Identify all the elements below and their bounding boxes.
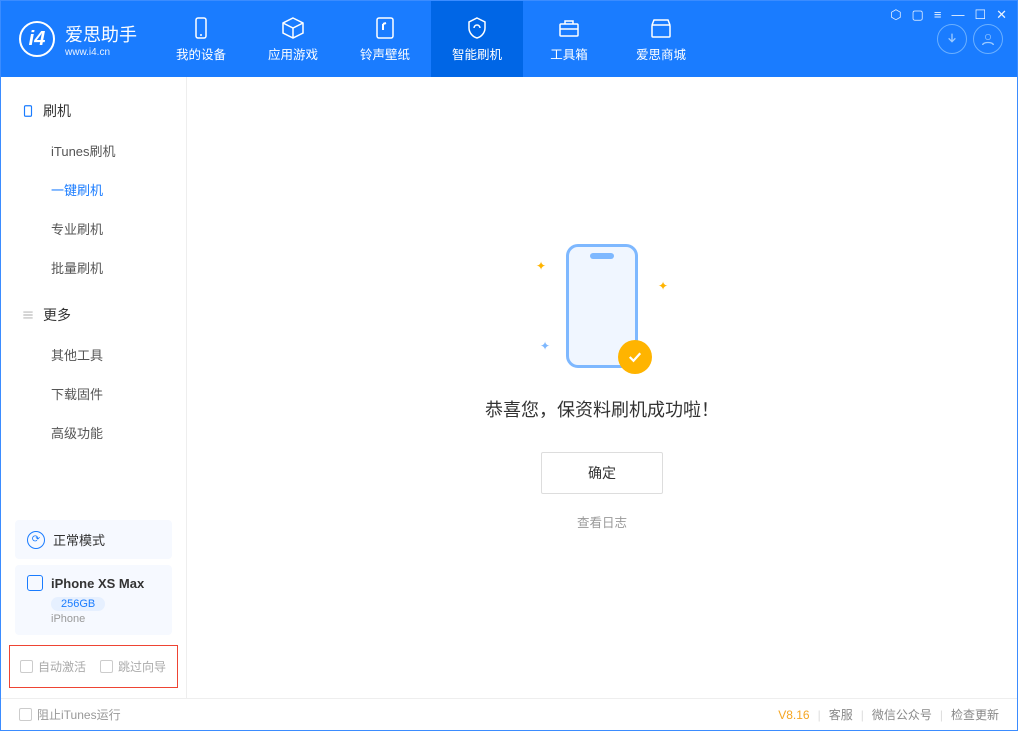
device-box[interactable]: iPhone XS Max 256GB iPhone [15, 565, 172, 635]
sidebar-header-more: 更多 [1, 295, 186, 335]
list-icon [21, 308, 35, 322]
logo-area: i4 爱思助手 www.i4.cn [1, 1, 155, 77]
checkbox-block-itunes[interactable]: 阻止iTunes运行 [19, 706, 121, 723]
sidebar-bottom: ⟳ 正常模式 iPhone XS Max 256GB iPhone 自动激活 跳 [1, 514, 186, 698]
checkbox-auto-activate[interactable]: 自动激活 [20, 658, 86, 675]
tab-store[interactable]: 爱思商城 [615, 1, 707, 77]
footer-link-wechat[interactable]: 微信公众号 [872, 706, 932, 723]
tab-smart-flash[interactable]: 智能刷机 [431, 1, 523, 77]
feedback-icon[interactable]: ▢ [912, 7, 924, 23]
app-name: 爱思助手 [65, 21, 137, 47]
device-small-icon [27, 575, 43, 591]
device-type: iPhone [51, 613, 160, 625]
success-message: 恭喜您，保资料刷机成功啦！ [485, 396, 719, 422]
sparkle-icon: ✦ [536, 259, 546, 273]
sparkle-icon: ✦ [658, 279, 668, 293]
footer-link-update[interactable]: 检查更新 [951, 706, 999, 723]
download-button[interactable] [937, 24, 967, 54]
status-bar: 阻止iTunes运行 V8.16 | 客服 | 微信公众号 | 检查更新 [1, 698, 1017, 730]
maximize-icon[interactable]: ☐ [974, 7, 986, 23]
view-log-link[interactable]: 查看日志 [577, 512, 627, 531]
logo-text: 爱思助手 www.i4.cn [65, 21, 137, 58]
logo-icon: i4 [19, 21, 55, 57]
sidebar-section-more: 更多 其他工具 下载固件 高级功能 [1, 295, 186, 452]
app-url: www.i4.cn [65, 47, 137, 58]
shield-refresh-icon [465, 16, 489, 40]
user-button[interactable] [973, 24, 1003, 54]
checkbox-icon [100, 660, 113, 673]
device-name: iPhone XS Max [51, 576, 144, 591]
check-badge-icon [618, 340, 652, 374]
device-icon [21, 104, 35, 118]
tab-apps-games[interactable]: 应用游戏 [247, 1, 339, 77]
sidebar-item-batch-flash[interactable]: 批量刷机 [1, 248, 186, 287]
success-illustration: ✦ ✦ ✦ [566, 244, 638, 368]
tab-ringtones[interactable]: 铃声壁纸 [339, 1, 431, 77]
sparkle-icon: ✦ [540, 339, 550, 353]
checkbox-icon [19, 708, 32, 721]
device-storage-badge: 256GB [51, 597, 105, 611]
sidebar-section-flash: 刷机 iTunes刷机 一键刷机 专业刷机 批量刷机 [1, 91, 186, 287]
sidebar-item-itunes-flash[interactable]: iTunes刷机 [1, 131, 186, 170]
footer-link-support[interactable]: 客服 [829, 706, 853, 723]
device-name-row: iPhone XS Max [27, 575, 160, 591]
tab-my-device[interactable]: 我的设备 [155, 1, 247, 77]
shirt-icon[interactable]: ⬡ [890, 7, 901, 23]
mode-label: 正常模式 [53, 530, 105, 549]
toolbox-icon [557, 16, 581, 40]
sidebar-header-flash: 刷机 [1, 91, 186, 131]
version-label: V8.16 [778, 708, 809, 722]
nav-tabs: 我的设备 应用游戏 铃声壁纸 智能刷机 工具箱 爱思商城 [155, 1, 937, 77]
options-highlight-box: 自动激活 跳过向导 [9, 645, 178, 688]
minimize-icon[interactable]: — [951, 7, 964, 23]
sidebar-item-pro-flash[interactable]: 专业刷机 [1, 209, 186, 248]
main-content: ✦ ✦ ✦ 恭喜您，保资料刷机成功啦！ 确定 查看日志 [187, 77, 1017, 698]
app-header: i4 爱思助手 www.i4.cn 我的设备 应用游戏 铃声壁纸 智能刷机 工具… [1, 1, 1017, 77]
music-icon [373, 16, 397, 40]
close-icon[interactable]: ✕ [996, 7, 1007, 23]
sidebar-item-advanced[interactable]: 高级功能 [1, 413, 186, 452]
checkbox-icon [20, 660, 33, 673]
footer-right: V8.16 | 客服 | 微信公众号 | 检查更新 [778, 706, 999, 723]
mode-icon: ⟳ [27, 531, 45, 549]
sidebar: 刷机 iTunes刷机 一键刷机 专业刷机 批量刷机 更多 其他工具 下载固件 … [1, 77, 187, 698]
ok-button[interactable]: 确定 [541, 452, 663, 494]
tab-toolbox[interactable]: 工具箱 [523, 1, 615, 77]
phone-icon [189, 16, 213, 40]
checkbox-skip-guide[interactable]: 跳过向导 [100, 658, 166, 675]
store-icon [649, 16, 673, 40]
menu-icon[interactable]: ≡ [934, 7, 942, 23]
box-icon [281, 16, 305, 40]
window-controls: ⬡ ▢ ≡ — ☐ ✕ [890, 7, 1007, 23]
sidebar-item-download-firmware[interactable]: 下载固件 [1, 374, 186, 413]
sidebar-item-other-tools[interactable]: 其他工具 [1, 335, 186, 374]
mode-box[interactable]: ⟳ 正常模式 [15, 520, 172, 559]
sidebar-item-oneclick-flash[interactable]: 一键刷机 [1, 170, 186, 209]
app-body: 刷机 iTunes刷机 一键刷机 专业刷机 批量刷机 更多 其他工具 下载固件 … [1, 77, 1017, 698]
